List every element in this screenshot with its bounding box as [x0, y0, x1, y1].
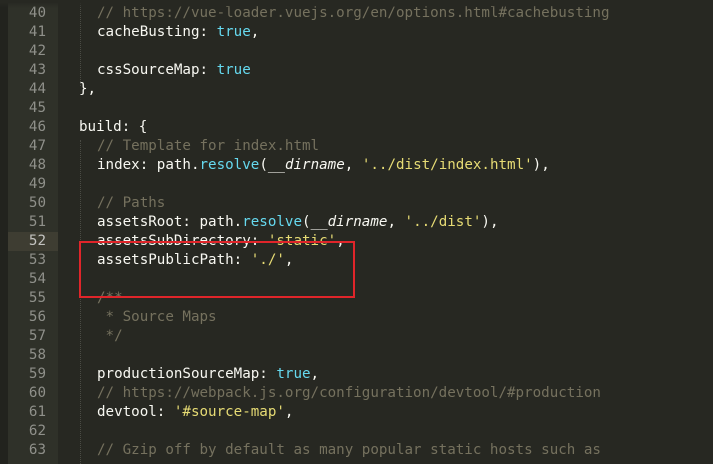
punctuation: , — [250, 24, 260, 40]
line-code: * Source Maps — [97, 308, 217, 327]
line-number: 62 — [28, 423, 46, 439]
punctuation: }, — [79, 81, 97, 97]
line-number: 61 — [28, 404, 46, 420]
code-line[interactable]: 45 — [0, 99, 713, 118]
identifier: path. — [156, 157, 200, 173]
code-line[interactable]: 56 * Source Maps — [0, 308, 713, 327]
property-key: cssSourceMap: — [97, 62, 217, 78]
property-key: index: — [97, 157, 157, 173]
property-key: cacheBusting: — [97, 24, 217, 40]
punctuation: ( — [302, 214, 311, 230]
line-code: */ — [97, 327, 123, 346]
comment-token: * Source Maps — [97, 309, 217, 325]
line-number: 43 — [28, 62, 46, 78]
boolean-token: true — [276, 366, 311, 382]
punctuation: , — [310, 366, 320, 382]
line-number: 41 — [28, 24, 46, 40]
line-number: 56 — [28, 309, 46, 325]
variable-token: __dirname — [310, 214, 388, 230]
punctuation: ), — [481, 214, 499, 230]
punctuation: , — [284, 404, 294, 420]
line-code: cacheBusting: true, — [97, 23, 259, 42]
line-number: 53 — [28, 252, 46, 268]
comment-token: // https://webpack.js.org/configuration/… — [97, 385, 601, 401]
code-line[interactable]: 63 // Gzip off by default as many popular… — [0, 441, 713, 460]
line-number: 50 — [28, 195, 46, 211]
line-number: 45 — [28, 100, 46, 116]
property-key: assetsRoot: — [97, 214, 200, 230]
line-number: 44 — [28, 81, 46, 97]
code-line[interactable]: 46 build: { — [0, 118, 713, 137]
punctuation: , — [344, 157, 362, 173]
code-line[interactable]: 50 // Paths — [0, 194, 713, 213]
string-token: '../dist' — [404, 214, 482, 230]
punctuation: ( — [259, 157, 268, 173]
punctuation: ), — [532, 157, 550, 173]
line-code: assetsRoot: path.resolve(__dirname, '../… — [97, 213, 499, 232]
line-code: // Paths — [97, 194, 165, 213]
punctuation: , — [387, 214, 405, 230]
property-key: productionSourceMap: — [97, 366, 277, 382]
function-name: resolve — [199, 157, 260, 173]
comment-token: // Paths — [97, 195, 166, 211]
code-line[interactable]: 58 — [0, 346, 713, 365]
code-line[interactable]: 48 index: path.resolve(__dirname, '../dis… — [0, 156, 713, 175]
line-number: 49 — [28, 176, 46, 192]
line-code: build: { — [79, 118, 147, 137]
line-number: 58 — [28, 347, 46, 363]
function-name: resolve — [242, 214, 303, 230]
top-fade — [0, 0, 713, 8]
line-number: 47 — [28, 138, 46, 154]
line-code: index: path.resolve(__dirname, '../dist/… — [97, 156, 550, 175]
code-editor[interactable]: 40// https://vue-loader.vuejs.org/en/opt… — [0, 0, 713, 464]
line-number: 54 — [28, 271, 46, 287]
boolean-token: true — [216, 24, 251, 40]
line-number: 60 — [28, 385, 46, 401]
punctuation: { — [138, 119, 148, 135]
line-code: }, — [79, 80, 96, 99]
comment-token: */ — [97, 328, 123, 344]
comment-token: // Template for index.html — [97, 138, 320, 154]
code-line[interactable]: 41 cacheBusting: true, — [0, 23, 713, 42]
string-token: '#source-map' — [173, 404, 285, 420]
code-line[interactable]: 42 — [0, 42, 713, 61]
line-code: cssSourceMap: true — [97, 61, 251, 80]
code-line[interactable]: 60 // https://webpack.js.org/configuratio… — [0, 384, 713, 403]
code-line[interactable]: 43 cssSourceMap: true — [0, 61, 713, 80]
line-code: devtool: '#source-map', — [97, 403, 293, 422]
line-number: 63 — [28, 442, 46, 458]
code-line[interactable]: 44}, — [0, 80, 713, 99]
code-line[interactable]: 49 — [0, 175, 713, 194]
code-line[interactable]: 57 */ — [0, 327, 713, 346]
code-line[interactable]: 47 // Template for index.html — [0, 137, 713, 156]
highlight-annotation-box — [79, 241, 355, 298]
line-code: // https://webpack.js.org/configuration/… — [97, 384, 601, 403]
boolean-token: true — [216, 62, 251, 78]
line-number: 46 — [28, 119, 46, 135]
code-line[interactable]: 61 devtool: '#source-map', — [0, 403, 713, 422]
code-line[interactable]: 51 assetsRoot: path.resolve(__dirname, '.… — [0, 213, 713, 232]
variable-token: __dirname — [267, 157, 345, 173]
line-code: productionSourceMap: true, — [97, 365, 319, 384]
code-line[interactable]: 62 — [0, 422, 713, 441]
code-line[interactable]: 59 productionSourceMap: true, — [0, 365, 713, 384]
line-number: 55 — [28, 290, 46, 306]
line-number: 57 — [28, 328, 46, 344]
line-number: 59 — [28, 366, 46, 382]
line-code: // Template for index.html — [97, 137, 319, 156]
property-key: build: — [79, 119, 139, 135]
identifier: path. — [199, 214, 243, 230]
line-code: // Gzip off by default as many popular s… — [97, 441, 601, 460]
line-number: 51 — [28, 214, 46, 230]
comment-token: // Gzip off by default as many popular s… — [97, 442, 601, 458]
property-key: devtool: — [97, 404, 174, 420]
string-token: '../dist/index.html' — [361, 157, 533, 173]
line-number: 48 — [28, 157, 46, 173]
line-number: 42 — [28, 43, 46, 59]
line-number: 52 — [28, 233, 46, 249]
